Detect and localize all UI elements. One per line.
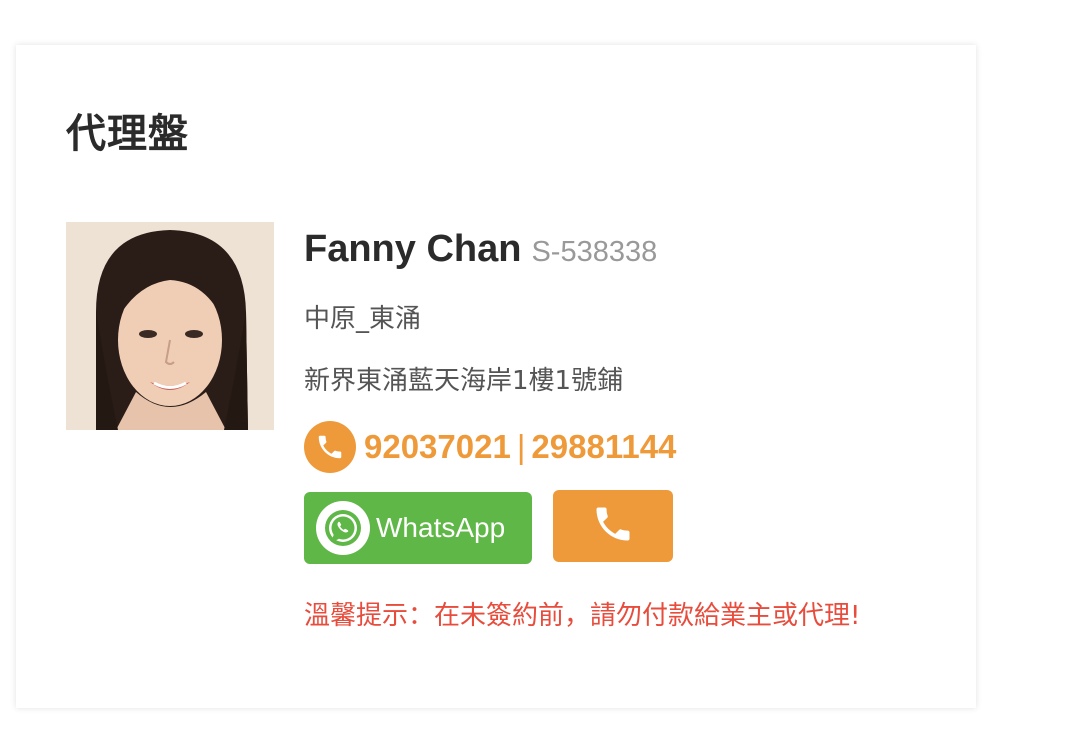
phone-number-office[interactable]: 29881144 [531,428,676,465]
phone-row: 92037021 | 29881144 [304,421,676,473]
phone-icon [304,421,356,473]
whatsapp-button[interactable]: WhatsApp [304,492,532,564]
phone-numbers: 92037021 | 29881144 [364,428,676,466]
whatsapp-icon [316,501,370,555]
phone-separator: | [516,428,526,465]
call-phone-icon [591,502,635,551]
call-button[interactable] [553,490,673,562]
phone-number-mobile[interactable]: 92037021 [364,428,511,465]
agency-name: 中原_東涌 [304,304,422,334]
payment-warning: 溫馨提示：在未簽約前，請勿付款給業主或代理! [304,601,861,631]
agent-name: Fanny Chan [304,228,522,270]
whatsapp-label: WhatsApp [376,512,506,543]
agent-avatar [66,222,274,430]
agency-address: 新界東涌藍天海岸1樓1號鋪 [304,366,624,396]
agent-license-number: S-538338 [531,236,658,268]
agent-card: 代理盤 Fanny Chan S-538338 中原_東涌 新界東涌藍天海岸1樓… [16,45,976,708]
agent-name-row: Fanny Chan S-538338 [304,228,657,271]
section-title: 代理盤 [66,111,189,157]
